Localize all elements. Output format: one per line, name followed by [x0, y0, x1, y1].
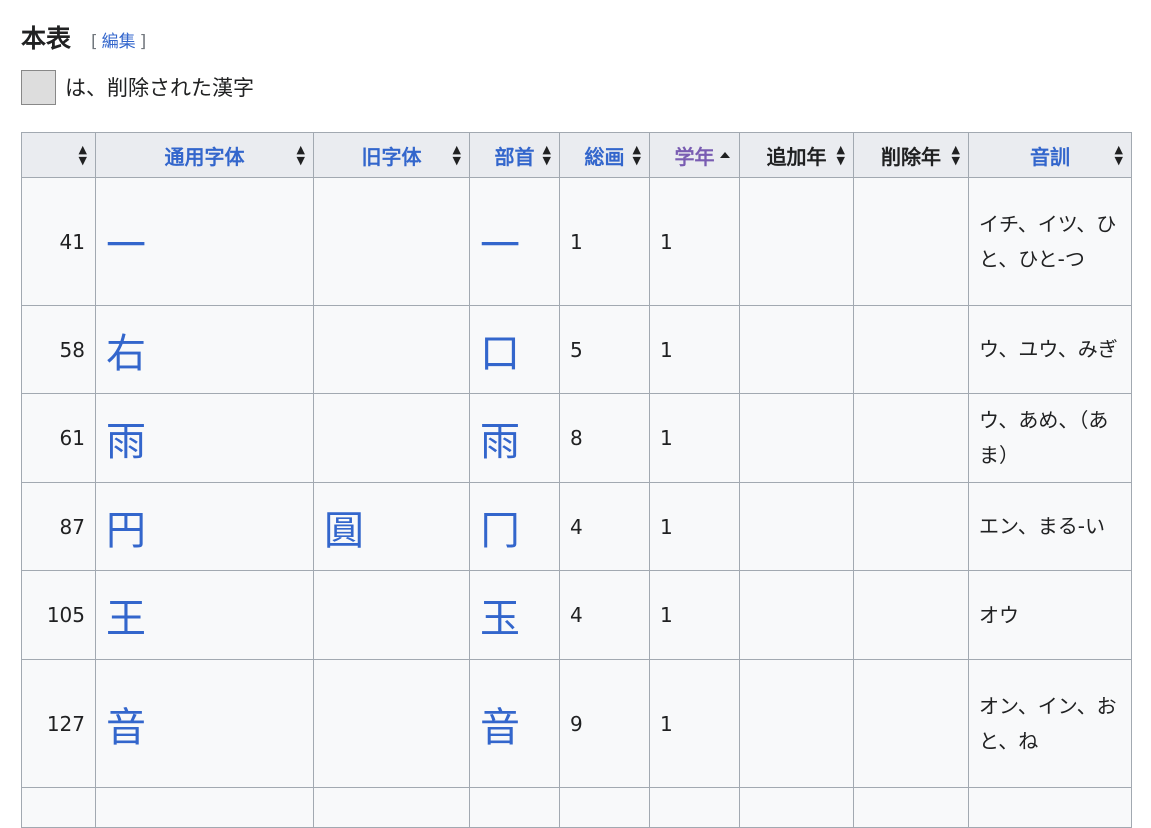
cell-kanji-link[interactable]: 雨 — [95, 393, 314, 483]
cell-old-form[interactable] — [313, 659, 470, 788]
cell-number: 105 — [21, 570, 96, 660]
cell-added-year — [739, 659, 854, 788]
section-heading: 本表 [編集] — [21, 20, 146, 60]
cell-radical-link[interactable]: 口 — [469, 305, 560, 394]
cell-grade: 1 — [649, 393, 740, 483]
cell-number: 41 — [21, 177, 96, 306]
cell-kanji-link[interactable]: 一 — [95, 177, 314, 306]
cell-old-form[interactable] — [313, 393, 470, 483]
sort-icon: ▲ ▼ — [452, 143, 461, 167]
table-row: 87 円 圓 冂 4 1 エン、まる-い — [21, 482, 1132, 571]
section-title: 本表 — [21, 24, 72, 53]
legend: は、削除された漢字 — [21, 68, 254, 106]
column-header-old-form[interactable]: 旧字体 ▲ ▼ — [313, 132, 470, 178]
cell-added-year — [739, 177, 854, 306]
cell-old-form[interactable]: 圓 — [313, 482, 470, 571]
column-header-radical[interactable]: 部首 ▲ ▼ — [469, 132, 560, 178]
column-link-strokes[interactable]: 総画 — [585, 145, 625, 169]
kanji-table: ▲ ▼ 通用字体 ▲ ▼ 旧字体 ▲ ▼ 部首 ▲ ▼ 総画 ▲ ▼ 学年 追加年 ▲ ▼ 削除年 ▲ ▼… — [21, 132, 1132, 828]
cell-number: 61 — [21, 393, 96, 483]
cell-grade: 1 — [649, 177, 740, 306]
cell-radical-link[interactable]: 音 — [469, 659, 560, 788]
column-link-radical[interactable]: 部首 — [495, 145, 535, 169]
cell-strokes: 9 — [559, 659, 650, 788]
table-row-partial — [21, 787, 1132, 828]
cell-radical-link[interactable]: 一 — [469, 177, 560, 306]
cell-grade: 1 — [649, 305, 740, 394]
cell-radical-link[interactable]: 冂 — [469, 482, 560, 571]
cell-reading: イチ、イツ、ひと、ひと-つ — [968, 177, 1132, 306]
cell-number: 58 — [21, 305, 96, 394]
cell-removed-year — [853, 570, 969, 660]
table-row: 58 右 口 5 1 ウ、ユウ、みぎ — [21, 305, 1132, 394]
table-row: 41 一 一 1 1 イチ、イツ、ひと、ひと-つ — [21, 177, 1132, 306]
edit-section: [編集] — [91, 27, 146, 52]
column-header-kanji[interactable]: 通用字体 ▲ ▼ — [95, 132, 314, 178]
table-row: 127 音 音 9 1 オン、イン、おと、ね — [21, 659, 1132, 788]
cell-strokes: 1 — [559, 177, 650, 306]
column-header-strokes[interactable]: 総画 ▲ ▼ — [559, 132, 650, 178]
column-header-grade[interactable]: 学年 — [649, 132, 740, 178]
sort-icon: ▲ ▼ — [296, 143, 305, 167]
column-link-old-form[interactable]: 旧字体 — [362, 145, 422, 169]
cell-strokes: 8 — [559, 393, 650, 483]
edit-section-link[interactable]: 編集 — [102, 32, 136, 52]
cell-added-year — [739, 305, 854, 394]
edit-bracket-open: [ — [91, 32, 98, 52]
cell-removed-year — [853, 393, 969, 483]
sort-icon: ▲ ▼ — [632, 143, 641, 167]
cell-reading: ウ、ユウ、みぎ — [968, 305, 1132, 394]
sort-ascending-icon — [720, 152, 730, 158]
cell-reading: ウ、あめ、（あま） — [968, 393, 1132, 483]
cell-strokes: 5 — [559, 305, 650, 394]
cell-number: 87 — [21, 482, 96, 571]
table-row: 105 王 玉 4 1 オウ — [21, 570, 1132, 660]
deleted-color-swatch — [21, 69, 56, 105]
column-header-number[interactable]: ▲ ▼ — [21, 132, 96, 178]
cell-reading: オウ — [968, 570, 1132, 660]
cell-strokes: 4 — [559, 482, 650, 571]
cell-grade: 1 — [649, 570, 740, 660]
sort-icon: ▲ ▼ — [951, 143, 960, 167]
cell-grade: 1 — [649, 659, 740, 788]
cell-number: 127 — [21, 659, 96, 788]
cell-removed-year — [853, 659, 969, 788]
cell-added-year — [739, 482, 854, 571]
cell-reading: エン、まる-い — [968, 482, 1132, 571]
cell-kanji-link[interactable]: 円 — [95, 482, 314, 571]
column-header-added-year[interactable]: 追加年 ▲ ▼ — [739, 132, 854, 178]
cell-radical-link[interactable]: 雨 — [469, 393, 560, 483]
cell-kanji-link[interactable]: 右 — [95, 305, 314, 394]
sort-icon: ▲ ▼ — [542, 143, 551, 167]
column-link-grade[interactable]: 学年 — [675, 145, 715, 169]
column-header-removed-year[interactable]: 削除年 ▲ ▼ — [853, 132, 969, 178]
edit-bracket-close: ] — [139, 32, 147, 52]
sort-icon: ▲ ▼ — [78, 143, 87, 167]
cell-removed-year — [853, 177, 969, 306]
cell-radical-link[interactable]: 玉 — [469, 570, 560, 660]
cell-kanji-link[interactable]: 王 — [95, 570, 314, 660]
cell-old-form[interactable] — [313, 305, 470, 394]
cell-reading: オン、イン、おと、ね — [968, 659, 1132, 788]
cell-strokes: 4 — [559, 570, 650, 660]
column-header-reading[interactable]: 音訓 ▲ ▼ — [968, 132, 1132, 178]
cell-added-year — [739, 393, 854, 483]
cell-grade: 1 — [649, 482, 740, 571]
cell-old-form[interactable] — [313, 570, 470, 660]
table-row: 61 雨 雨 8 1 ウ、あめ、（あま） — [21, 393, 1132, 483]
legend-text: は、削除された漢字 — [65, 76, 254, 100]
table-header-row: ▲ ▼ 通用字体 ▲ ▼ 旧字体 ▲ ▼ 部首 ▲ ▼ 総画 ▲ ▼ 学年 追加年 ▲ ▼ 削除年 ▲ ▼… — [21, 132, 1132, 178]
cell-added-year — [739, 570, 854, 660]
cell-removed-year — [853, 305, 969, 394]
column-link-reading[interactable]: 音訓 — [1030, 145, 1070, 169]
cell-removed-year — [853, 482, 969, 571]
column-link-kanji[interactable]: 通用字体 — [165, 145, 245, 169]
sort-icon: ▲ ▼ — [836, 143, 845, 167]
sort-icon: ▲ ▼ — [1114, 143, 1123, 167]
cell-old-form[interactable] — [313, 177, 470, 306]
cell-kanji-link[interactable]: 音 — [95, 659, 314, 788]
